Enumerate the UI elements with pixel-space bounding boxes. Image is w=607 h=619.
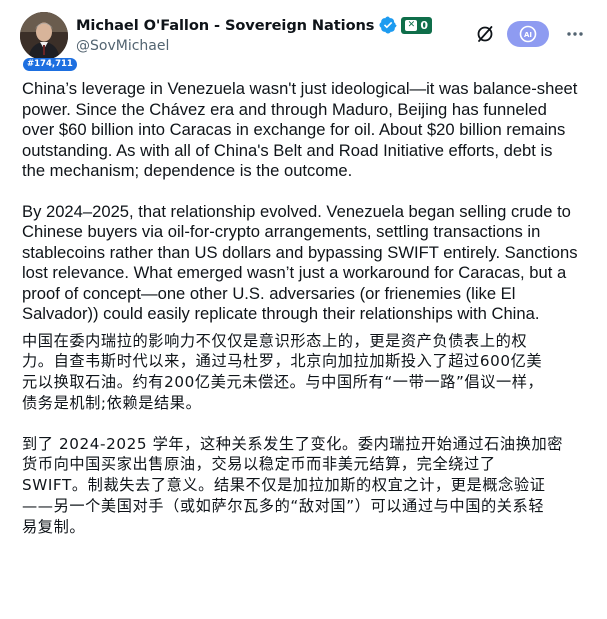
grok-button[interactable]: AI <box>507 21 549 47</box>
avatar[interactable] <box>20 12 68 60</box>
slash-circle-icon <box>477 26 493 42</box>
tweet-top-actions: AI <box>469 18 591 50</box>
tweet-paragraph-en-2: By 2024–2025, that relationship evolved.… <box>22 201 578 324</box>
slash-circle-button[interactable] <box>469 18 501 50</box>
more-options-button[interactable] <box>559 18 591 50</box>
tweet-paragraph-zh-1: 中国在委内瑞拉的影响力不仅仅是意识形态上的，更是资产负债表上的权 力。自查韦斯时… <box>22 331 544 412</box>
author-handle[interactable]: @SovMichael <box>76 38 169 54</box>
x-badge[interactable]: ✕ 0 <box>401 16 433 34</box>
author-display-name[interactable]: Michael O'Fallon - Sovereign Nations <box>76 17 374 34</box>
grok-ai-icon: AI <box>519 25 537 43</box>
avatar-container[interactable] <box>20 12 68 60</box>
more-horizontal-icon <box>567 32 583 36</box>
tweet-paragraph-en-1: China’s leverage in Venezuela wasn't jus… <box>22 79 578 180</box>
author-name-row: Michael O'Fallon - Sovereign Nations ✕ 0 <box>76 14 433 36</box>
tweet-card: #174,711 Michael O'Fallon - Sovereign Na… <box>0 0 607 619</box>
verified-check-icon[interactable] <box>379 16 397 34</box>
tweet-paragraph-zh-2: 到了 2024-2025 学年，这种关系发生了变化。委内瑞拉开始通过石油换加密 … <box>22 434 564 536</box>
x-logo-icon: ✕ <box>405 19 418 31</box>
x-badge-count: 0 <box>420 18 429 32</box>
avatar-image <box>20 12 68 60</box>
tweet-body: China’s leverage in Venezuela wasn't jus… <box>22 79 594 538</box>
svg-text:AI: AI <box>524 31 532 39</box>
follower-count-badge: #174,711 <box>23 58 77 71</box>
